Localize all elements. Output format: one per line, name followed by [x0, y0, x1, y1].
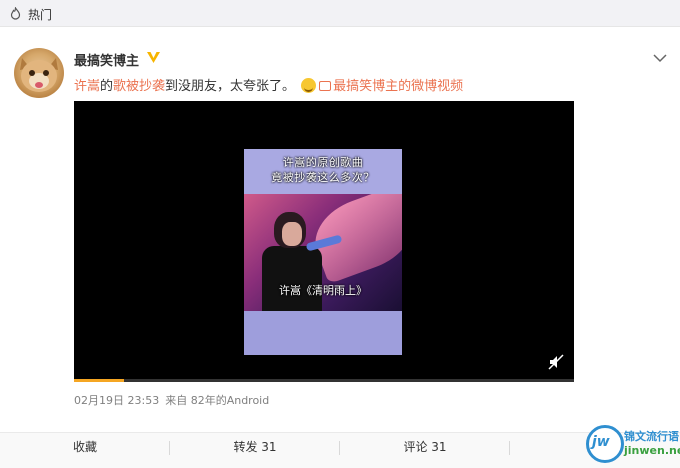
video-icon	[319, 81, 332, 91]
top-bar: 热门	[0, 0, 680, 27]
video-subtitle: 许嵩《清明雨上》	[279, 284, 367, 297]
caption-area: 许嵩的原创歌曲 竟被抄袭这么多次？	[244, 149, 402, 194]
laughing-emoji-icon	[301, 78, 317, 93]
video-caption-line2: 竟被抄袭这么多次？	[271, 171, 375, 184]
video-caption-line1: 许嵩的原创歌曲	[282, 156, 364, 169]
author-name[interactable]: 最搞笑博主	[74, 50, 139, 69]
video-link-label: 最搞笑博主的微博视频	[333, 79, 464, 94]
video-frame: 许嵩的原创歌曲 竟被抄袭这么多次？ 许嵩《清明雨上》	[244, 149, 402, 355]
repost-button[interactable]: 转发 31	[170, 433, 340, 468]
post-time[interactable]: 02月19日 23:53	[74, 394, 159, 407]
post-text-segment: 到没朋友，太夸张了。	[165, 79, 296, 94]
topic-link-plagiarism[interactable]: 歌被抄袭	[113, 79, 165, 94]
post-text: 许嵩的歌被抄袭到没朋友，太夸张了。 最搞笑博主的微博视频	[74, 75, 463, 94]
watermark-logo: jw 锦文流行语 jinwen.net	[584, 424, 680, 468]
post-text-segment: 的	[100, 79, 114, 94]
video-scene: 许嵩《清明雨上》	[244, 194, 402, 311]
avatar[interactable]	[14, 48, 64, 98]
video-progress-fill	[74, 379, 124, 382]
chevron-down-icon[interactable]	[652, 53, 668, 63]
watermark-jw-text: jw	[592, 434, 610, 450]
hot-tab-label[interactable]: 热门	[28, 6, 52, 23]
singer-body	[262, 246, 322, 311]
action-bar: 收藏 转发 31 评论 31 ど	[0, 432, 680, 468]
mute-icon[interactable]	[548, 354, 564, 370]
favorite-button[interactable]: 收藏	[0, 433, 170, 468]
video-link[interactable]: 最搞笑博主的微博视频	[319, 79, 463, 94]
watermark-cn-text: 锦文流行语	[624, 430, 679, 443]
video-lower-area	[244, 311, 402, 355]
video-progress-bar[interactable]	[74, 379, 574, 382]
verified-v-icon	[147, 52, 160, 63]
watermark-en-text: jinwen.net	[624, 444, 680, 457]
singer-face	[282, 222, 302, 246]
cat-avatar-image	[20, 58, 58, 92]
comment-button[interactable]: 评论 31	[340, 433, 510, 468]
topic-link-singer[interactable]: 许嵩	[74, 79, 100, 94]
fire-icon	[10, 7, 21, 20]
post-source: 来自 82年的Android	[165, 394, 270, 407]
video-player[interactable]: 许嵩的原创歌曲 竟被抄袭这么多次？ 许嵩《清明雨上》	[74, 101, 574, 382]
post-meta: 02月19日 23:53 来自 82年的Android	[74, 392, 269, 408]
